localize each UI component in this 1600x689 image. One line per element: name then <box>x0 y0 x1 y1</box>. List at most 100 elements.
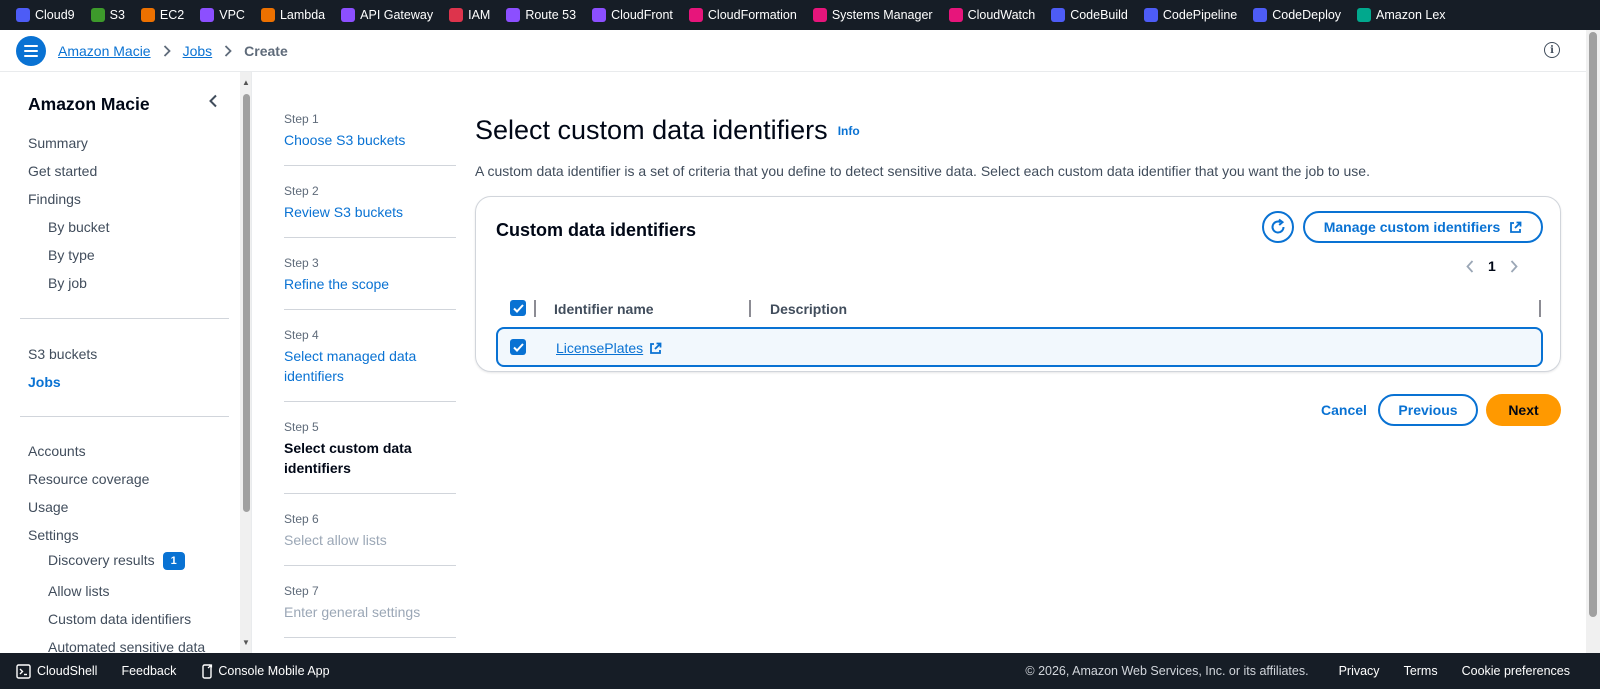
step-link-choose-s3-buckets[interactable]: Choose S3 buckets <box>284 130 456 150</box>
page-number[interactable]: 1 <box>1488 258 1496 274</box>
service-shortcut-ec2[interactable]: EC2 <box>140 8 184 22</box>
next-button[interactable]: Next <box>1486 394 1561 426</box>
manage-custom-identifiers-button[interactable]: Manage custom identifiers <box>1303 211 1543 243</box>
nav-item-get-started[interactable]: Get started <box>28 163 97 179</box>
amazon-lex-icon <box>1357 8 1372 22</box>
nav-item-findings[interactable]: Findings <box>28 191 81 207</box>
refresh-button[interactable] <box>1262 211 1294 243</box>
step-link-refine-scope[interactable]: Refine the scope <box>284 274 456 294</box>
service-shortcut-systems-manager[interactable]: Systems Manager <box>812 8 933 22</box>
next-page-icon[interactable] <box>1510 259 1518 273</box>
row-checkbox[interactable] <box>510 339 526 355</box>
nav-scrollbar[interactable]: ▲ ▼ <box>240 72 251 653</box>
checkmark-icon <box>512 342 524 352</box>
nav-item-resource-coverage[interactable]: Resource coverage <box>28 471 149 487</box>
wizard-step-1: Step 1 Choose S3 buckets <box>284 112 456 150</box>
service-shortcut-cloudformation[interactable]: CloudFormation <box>688 8 797 22</box>
nav-divider <box>20 416 229 417</box>
nav-item-custom-data-identifiers[interactable]: Custom data identifiers <box>48 611 191 627</box>
privacy-link[interactable]: Privacy <box>1339 664 1380 678</box>
service-shortcut-lambda[interactable]: Lambda <box>260 8 325 22</box>
s3-icon <box>90 8 105 22</box>
cancel-button[interactable]: Cancel <box>1303 394 1385 426</box>
nav-scrollbar-thumb[interactable] <box>243 94 250 512</box>
checkmark-icon <box>512 303 524 313</box>
scroll-down-icon[interactable]: ▼ <box>242 638 250 647</box>
identifier-link-licenseplates[interactable]: LicensePlates <box>556 340 662 356</box>
lambda-icon <box>260 8 275 22</box>
cloudwatch-icon <box>948 8 963 22</box>
nav-divider <box>20 318 229 319</box>
page-description: A custom data identifier is a set of cri… <box>475 163 1370 179</box>
wizard-step-3: Step 3 Refine the scope <box>284 256 456 294</box>
menu-toggle-button[interactable] <box>16 35 46 66</box>
service-shortcut-route-53[interactable]: Route 53 <box>506 8 576 22</box>
breadcrumb-amazon-macie[interactable]: Amazon Macie <box>58 43 151 59</box>
service-shortcut-codepipeline[interactable]: CodePipeline <box>1143 8 1237 22</box>
info-link[interactable]: Info <box>838 124 860 138</box>
table-row[interactable]: LicensePlates <box>496 327 1543 367</box>
column-header-identifier-name[interactable]: Identifier name <box>554 301 654 317</box>
nav-item-s3-buckets[interactable]: S3 buckets <box>28 346 97 362</box>
page-scrollbar-thumb[interactable] <box>1589 32 1597 617</box>
chevron-left-icon[interactable] <box>208 94 218 113</box>
nav-item-accounts[interactable]: Accounts <box>28 443 86 459</box>
page-scrollbar[interactable] <box>1586 30 1600 653</box>
service-shortcut-api-gateway[interactable]: API Gateway <box>341 8 433 22</box>
mobile-phone-icon <box>202 663 213 679</box>
nav-item-settings[interactable]: Settings <box>28 527 79 543</box>
nav-item-by-bucket[interactable]: By bucket <box>48 219 109 235</box>
service-shortcut-codebuild[interactable]: CodeBuild <box>1051 8 1128 22</box>
codebuild-icon <box>1051 8 1066 22</box>
previous-page-icon[interactable] <box>1466 259 1474 273</box>
wizard-step-6: Step 6 Select allow lists <box>284 512 456 550</box>
hamburger-icon <box>24 44 38 47</box>
service-shortcut-s3[interactable]: S3 <box>90 8 125 22</box>
step-current-custom-identifiers: Select custom data identifiers <box>284 440 412 476</box>
column-resizer[interactable] <box>534 300 536 317</box>
step-disabled-allow-lists: Select allow lists <box>284 532 387 548</box>
breadcrumb-jobs[interactable]: Jobs <box>183 43 213 59</box>
service-shortcut-iam[interactable]: IAM <box>449 8 490 22</box>
iam-icon <box>449 8 464 22</box>
service-shortcut-amazon-lex[interactable]: Amazon Lex <box>1357 8 1446 22</box>
terms-link[interactable]: Terms <box>1404 664 1438 678</box>
step-link-review-s3-buckets[interactable]: Review S3 buckets <box>284 202 456 222</box>
page-title: Select custom data identifiers Info <box>475 115 860 145</box>
feedback-link[interactable]: Feedback <box>121 664 176 678</box>
column-resizer[interactable] <box>749 300 751 317</box>
nav-item-summary[interactable]: Summary <box>28 135 88 151</box>
service-shortcut-codedeploy[interactable]: CodeDeploy <box>1253 8 1341 22</box>
service-shortcut-cloudfront[interactable]: CloudFront <box>592 8 673 22</box>
notification-badge: 1 <box>162 552 185 570</box>
nav-item-jobs[interactable]: Jobs <box>28 374 61 390</box>
console-footer: CloudShell Feedback Console Mobile App ©… <box>0 653 1600 689</box>
scroll-up-icon[interactable]: ▲ <box>242 78 250 87</box>
column-header-description[interactable]: Description <box>770 301 847 317</box>
service-shortcut-vpc[interactable]: VPC <box>200 8 245 22</box>
nav-item-by-job[interactable]: By job <box>48 275 87 291</box>
pagination: 1 <box>1466 258 1518 274</box>
console-mobile-app-link[interactable]: Console Mobile App <box>202 663 330 679</box>
cloud9-icon <box>16 8 30 22</box>
step-link-managed-identifiers[interactable]: Select managed data identifiers <box>284 346 424 386</box>
nav-item-usage[interactable]: Usage <box>28 499 68 515</box>
previous-button[interactable]: Previous <box>1378 394 1478 426</box>
service-shortcut-cloudwatch[interactable]: CloudWatch <box>948 8 1035 22</box>
wizard-step-5: Step 5 Select custom data identifiers <box>284 420 456 478</box>
nav-item-allow-lists[interactable]: Allow lists <box>48 583 109 599</box>
cloudshell-button[interactable]: CloudShell <box>16 663 97 679</box>
terminal-icon <box>16 663 31 679</box>
info-panel-icon[interactable]: i <box>1544 42 1560 58</box>
select-all-checkbox[interactable] <box>510 300 526 316</box>
nav-item-automated-sensitive-data[interactable]: Automated sensitive data <box>48 639 205 653</box>
nav-item-by-type[interactable]: By type <box>48 247 95 263</box>
services-bar: Cloud9 S3 EC2 VPC Lambda API Gateway IAM Route … <box>0 0 1600 30</box>
nav-item-discovery-results[interactable]: Discovery results 1 <box>48 552 185 570</box>
service-shortcut-cloud9[interactable]: Cloud9 <box>16 8 75 22</box>
custom-identifiers-container: Custom data identifiers Manage custom id… <box>475 196 1561 372</box>
wizard-step-7: Step 7 Enter general settings <box>284 584 456 622</box>
breadcrumb-current: Create <box>244 42 288 59</box>
cookie-preferences-link[interactable]: Cookie preferences <box>1462 664 1570 678</box>
column-resizer[interactable] <box>1539 300 1541 317</box>
